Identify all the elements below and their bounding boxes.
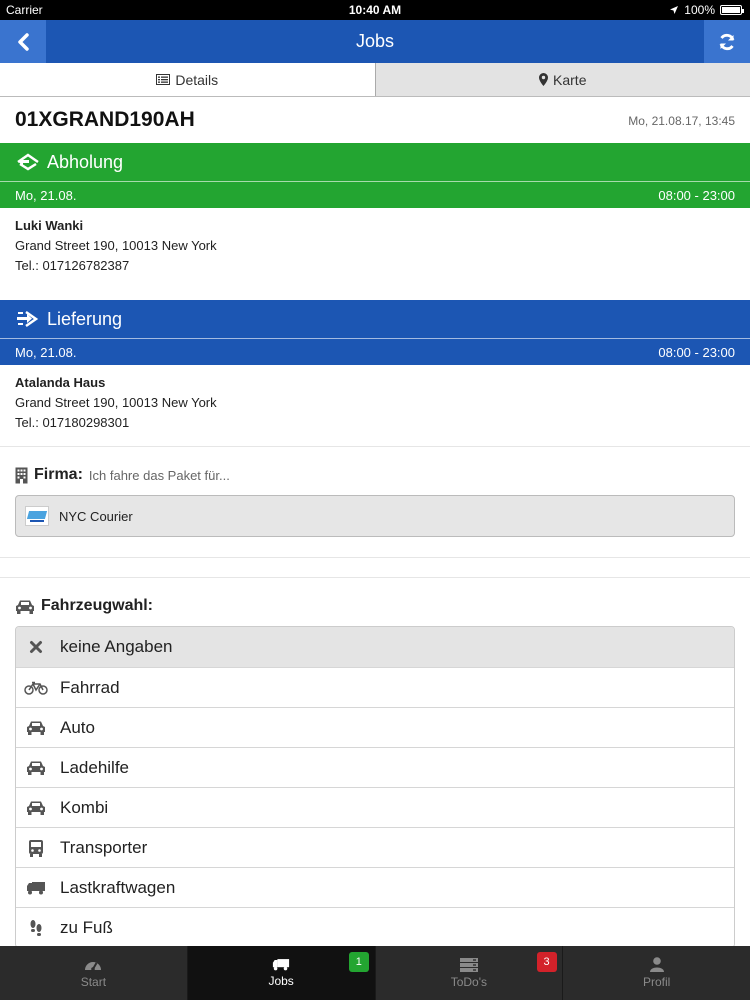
tabbar-start[interactable]: Start: [0, 946, 187, 1000]
tab-karte-label: Karte: [553, 71, 587, 88]
battery-percent: 100%: [684, 3, 715, 17]
delivery-address-block: Atalanda Haus Grand Street 190, 10013 Ne…: [15, 373, 217, 433]
list-icon: [156, 74, 171, 85]
tabbar-todos[interactable]: ToDo's 3: [374, 946, 563, 1000]
delivery-time-bar: Mo, 21.08. 08:00 - 23:00: [0, 338, 750, 365]
vehicle-option-label: Ladehilfe: [60, 757, 130, 777]
firma-hint: Ich fahre das Paket für...: [88, 467, 230, 483]
tab-details[interactable]: Details: [0, 63, 376, 96]
vehicle-option-label: Fahrrad: [60, 677, 120, 697]
vehicle-option-zu-fuss[interactable]: zu Fuß: [16, 907, 734, 947]
vehicle-option-ladehilfe[interactable]: Ladehilfe: [16, 747, 734, 787]
vehicle-option-label: Kombi: [60, 797, 109, 817]
building-icon: [15, 467, 28, 483]
nav-bar: Jobs: [0, 20, 750, 63]
clock: 10:40 AM: [348, 3, 402, 17]
car-icon: [27, 761, 45, 775]
times-icon: [30, 641, 42, 653]
battery-icon: [720, 5, 744, 15]
vehicle-option-fahrrad[interactable]: Fahrrad: [16, 667, 734, 707]
courier-logo: [25, 506, 49, 526]
vehicle-option-keine-angaben[interactable]: keine Angaben: [16, 627, 734, 667]
page-title: Jobs: [355, 31, 395, 51]
bicycle-icon: [24, 681, 48, 695]
tabbar-jobs[interactable]: Jobs 1: [186, 946, 375, 1000]
firma-label-row: Firma: Ich fahre das Paket für...: [15, 466, 230, 484]
vehicle-option-label: keine Angaben: [60, 637, 173, 656]
server-icon: [459, 957, 478, 972]
delivery-name: Atalanda Haus: [15, 375, 106, 390]
firma-value: NYC Courier: [59, 508, 133, 524]
vehicle-option-lastkraftwagen[interactable]: Lastkraftwagen: [16, 867, 734, 907]
car-icon: [27, 801, 45, 815]
tab-karte[interactable]: Karte: [375, 63, 750, 96]
delivery-title: Lieferung: [47, 308, 123, 329]
truck-icon: [27, 881, 45, 894]
vehicle-option-list: keine Angaben Fahrrad Auto Ladehilfe Kom…: [15, 626, 735, 948]
tabbar-jobs-label: Jobs: [268, 974, 294, 988]
bottom-tab-bar: Start Jobs 1 ToDo's 3 Profil: [0, 946, 750, 1000]
pickup-title: Abholung: [47, 151, 124, 172]
truck-icon: [273, 959, 290, 971]
pickup-header: Abholung: [0, 143, 750, 181]
job-created-date: Mo, 21.08.17, 13:45: [628, 114, 735, 128]
job-id: 01XGRAND190AH: [15, 108, 195, 131]
delivery-date: Mo, 21.08.: [15, 344, 77, 360]
pickup-date: Mo, 21.08.: [15, 187, 77, 203]
bus-icon: [29, 839, 43, 857]
dashboard-icon: [85, 961, 102, 971]
delivery-address: Grand Street 190, 10013 New York: [15, 395, 217, 410]
car-icon: [27, 721, 45, 735]
pickup-address: Grand Street 190, 10013 New York: [15, 238, 217, 253]
vehicle-option-transporter[interactable]: Transporter: [16, 827, 734, 867]
delivery-window: 08:00 - 23:00: [658, 344, 735, 360]
pickup-window: 08:00 - 23:00: [658, 187, 735, 203]
pickup-icon: [17, 153, 39, 171]
tabbar-todos-label: ToDo's: [450, 974, 488, 989]
detail-tabs: Details Karte: [0, 63, 750, 97]
vehicle-option-label: Auto: [60, 717, 95, 737]
vehicle-option-auto[interactable]: Auto: [16, 707, 734, 747]
footprints-icon: [30, 919, 42, 936]
jobs-badge: 1: [348, 952, 369, 972]
delivery-header: Lieferung: [0, 300, 750, 338]
divider: [0, 577, 750, 578]
vehicle-label-row: Fahrzeugwahl:: [15, 597, 153, 615]
delivery-phone[interactable]: Tel.: 017180298301: [15, 413, 217, 433]
divider: [0, 446, 750, 447]
tabbar-profil[interactable]: Profil: [562, 946, 750, 1000]
status-bar: Carrier 10:40 AM 100%: [0, 0, 750, 20]
delivery-icon: [17, 310, 39, 328]
refresh-button[interactable]: [704, 20, 750, 63]
pickup-name: Luki Wanki: [15, 218, 84, 233]
tab-details-label: Details: [175, 71, 219, 88]
location-arrow-icon: [670, 6, 679, 14]
car-icon: [16, 600, 34, 614]
pickup-time-bar: Mo, 21.08. 08:00 - 23:00: [0, 181, 750, 208]
firma-select[interactable]: NYC Courier: [15, 495, 735, 537]
tabbar-profil-label: Profil: [642, 975, 671, 989]
vehicle-option-label: Lastkraftwagen: [60, 877, 176, 897]
vehicle-label: Fahrzeugwahl:: [41, 597, 154, 614]
vehicle-option-label: Transporter: [60, 837, 148, 857]
divider: [0, 557, 750, 558]
vehicle-option-kombi[interactable]: Kombi: [16, 787, 734, 827]
map-marker-icon: [539, 73, 549, 86]
firma-label: Firma:: [34, 466, 83, 483]
pickup-phone[interactable]: Tel.: 017126782387: [15, 256, 217, 276]
user-icon: [649, 957, 664, 972]
refresh-icon: [719, 33, 735, 50]
pickup-address-block: Luki Wanki Grand Street 190, 10013 New Y…: [15, 216, 217, 276]
tabbar-start-label: Start: [80, 974, 107, 989]
vehicle-option-label: zu Fuß: [60, 917, 113, 937]
todos-badge: 3: [536, 952, 557, 972]
